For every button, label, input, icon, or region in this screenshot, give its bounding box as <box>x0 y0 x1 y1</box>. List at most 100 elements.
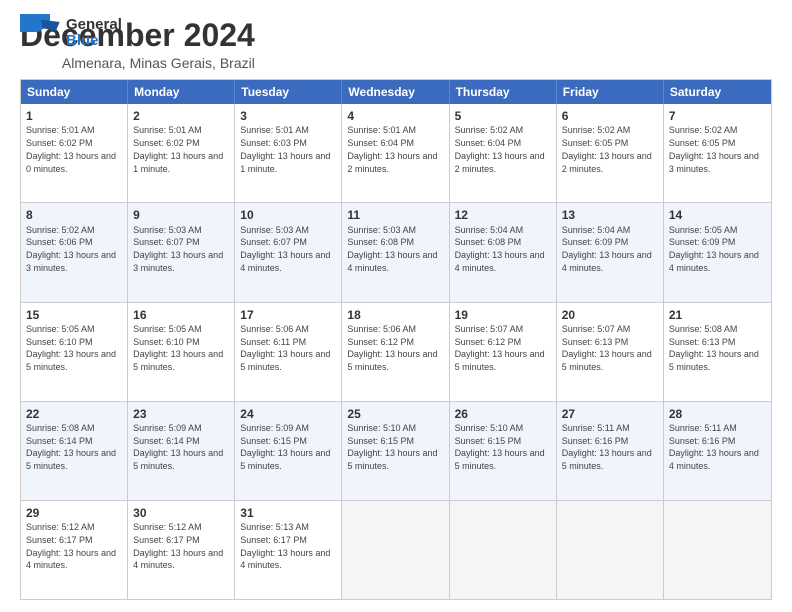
day-cell-3: 3Sunrise: 5:01 AMSunset: 6:03 PMDaylight… <box>235 104 342 202</box>
week-row-4: 22Sunrise: 5:08 AM Sunset: 6:14 PM Dayligh… <box>21 401 771 500</box>
daylight-info: Daylight: 13 hours and 5 minutes. <box>562 349 652 372</box>
day-number: 22 <box>26 406 122 422</box>
daylight-info: Daylight: 13 hours and 5 minutes. <box>133 448 223 471</box>
day-number: 30 <box>133 505 229 521</box>
day-number: 11 <box>347 207 443 223</box>
sunset-info: Sunset: 6:15 PM <box>240 436 307 446</box>
logo-blue: Blue <box>66 33 122 50</box>
sunset-info: Sunset: 6:07 PM <box>240 237 307 247</box>
sunset-info: Sunset: 6:13 PM <box>562 337 629 347</box>
week-row-3: 15Sunrise: 5:05 AMSunset: 6:10 PMDayligh… <box>21 302 771 401</box>
sunrise-info: Sunrise: 5:08 AM <box>26 423 95 433</box>
daylight-info: Daylight: 13 hours and 5 minutes. <box>26 349 116 372</box>
logo-area: General Blue <box>20 14 122 52</box>
sunrise-info: Sunrise: 5:02 AM <box>455 125 524 135</box>
day-cell-26: 26Sunrise: 5:10 AMSunset: 6:15 PMDayligh… <box>450 402 557 500</box>
sunrise-info: Sunrise: 5:01 AM <box>240 125 309 135</box>
sunrise-info: Sunrise: 5:03 AM <box>133 225 202 235</box>
logo-text-block: General Blue <box>66 17 122 50</box>
page: General Blue General Blue <box>0 0 792 612</box>
day-cell-17: 17Sunrise: 5:06 AMSunset: 6:11 PMDayligh… <box>235 303 342 401</box>
sunrise-info: Sunrise: 5:12 AM <box>26 522 95 532</box>
sunrise-info: Sunrise: 5:09 AM <box>240 423 309 433</box>
location: Almenara, Minas Gerais, Brazil <box>20 55 255 71</box>
header-saturday: Saturday <box>664 80 771 104</box>
daylight-info: Daylight: 13 hours and 4 minutes. <box>240 250 330 273</box>
sunset-info: Sunset: 6:05 PM <box>669 138 736 148</box>
sunset-info: Sunset: 6:14 PM <box>133 436 200 446</box>
day-number: 21 <box>669 307 766 323</box>
sunrise-info: Sunrise: 5:10 AM <box>455 423 524 433</box>
day-number: 12 <box>455 207 551 223</box>
day-cell-6: 6Sunrise: 5:02 AMSunset: 6:05 PMDaylight… <box>557 104 664 202</box>
daylight-info: Daylight: 13 hours and 5 minutes. <box>562 448 652 471</box>
day-number: 10 <box>240 207 336 223</box>
day-cell-4: 4Sunrise: 5:01 AMSunset: 6:04 PMDaylight… <box>342 104 449 202</box>
sunset-info: Sunset: 6:16 PM <box>669 436 736 446</box>
day-number: 1 <box>26 108 122 124</box>
daylight-info: Daylight: 13 hours and 5 minutes. <box>240 448 330 471</box>
day-cell-25: 25Sunrise: 5:10 AMSunset: 6:15 PMDayligh… <box>342 402 449 500</box>
sunset-info: Sunset: 6:13 PM <box>669 337 736 347</box>
daylight-info: Daylight: 13 hours and 5 minutes. <box>347 349 437 372</box>
sunset-info: Sunset: 6:14 PM <box>26 436 93 446</box>
sunrise-info: Sunrise: 5:05 AM <box>669 225 738 235</box>
sunset-info: Sunset: 6:12 PM <box>347 337 414 347</box>
day-number: 18 <box>347 307 443 323</box>
day-cell-30: 30Sunrise: 5:12 AMSunset: 6:17 PMDayligh… <box>128 501 235 599</box>
daylight-info: Daylight: 13 hours and 4 minutes. <box>562 250 652 273</box>
sunset-info: Sunset: 6:09 PM <box>669 237 736 247</box>
daylight-info: Daylight: 13 hours and 5 minutes. <box>455 349 545 372</box>
daylight-info: Daylight: 13 hours and 3 minutes. <box>133 250 223 273</box>
day-number: 7 <box>669 108 766 124</box>
sunrise-info: Sunrise: 5:02 AM <box>26 225 95 235</box>
empty-cell <box>557 501 664 599</box>
daylight-info: Daylight: 13 hours and 1 minute. <box>240 151 330 174</box>
daylight-info: Daylight: 13 hours and 5 minutes. <box>669 349 759 372</box>
day-cell-2: 2Sunrise: 5:01 AMSunset: 6:02 PMDaylight… <box>128 104 235 202</box>
day-number: 31 <box>240 505 336 521</box>
day-cell-18: 18Sunrise: 5:06 AMSunset: 6:12 PMDayligh… <box>342 303 449 401</box>
day-number: 2 <box>133 108 229 124</box>
logo-graphic <box>20 14 64 52</box>
daylight-info: Daylight: 13 hours and 4 minutes. <box>669 448 759 471</box>
day-cell-24: 24Sunrise: 5:09 AMSunset: 6:15 PMDayligh… <box>235 402 342 500</box>
day-number: 15 <box>26 307 122 323</box>
sunset-info: Sunset: 6:11 PM <box>240 337 306 347</box>
calendar-header: Sunday Monday Tuesday Wednesday Thursday… <box>21 80 771 104</box>
sunset-info: Sunset: 6:16 PM <box>562 436 629 446</box>
sunrise-info: Sunrise: 5:13 AM <box>240 522 309 532</box>
day-number: 14 <box>669 207 766 223</box>
sunset-info: Sunset: 6:09 PM <box>562 237 629 247</box>
day-number: 4 <box>347 108 443 124</box>
week-row-1: 1Sunrise: 5:01 AMSunset: 6:02 PMDaylight… <box>21 104 771 202</box>
daylight-info: Daylight: 13 hours and 0 minutes. <box>26 151 116 174</box>
logo-general: General <box>66 17 122 34</box>
sunset-info: Sunset: 6:08 PM <box>455 237 522 247</box>
week-row-5: 29Sunrise: 5:12 AMSunset: 6:17 PMDayligh… <box>21 500 771 599</box>
sunset-info: Sunset: 6:15 PM <box>347 436 414 446</box>
sunrise-info: Sunrise: 5:11 AM <box>562 423 630 433</box>
day-cell-27: 27Sunrise: 5:11 AMSunset: 6:16 PMDayligh… <box>557 402 664 500</box>
day-cell-29: 29Sunrise: 5:12 AMSunset: 6:17 PMDayligh… <box>21 501 128 599</box>
header-monday: Monday <box>128 80 235 104</box>
sunset-info: Sunset: 6:04 PM <box>455 138 522 148</box>
daylight-info: Daylight: 13 hours and 4 minutes. <box>455 250 545 273</box>
daylight-info: Daylight: 13 hours and 4 minutes. <box>669 250 759 273</box>
daylight-info: Daylight: 13 hours and 3 minutes. <box>26 250 116 273</box>
day-number: 5 <box>455 108 551 124</box>
day-cell-5: 5Sunrise: 5:02 AMSunset: 6:04 PMDaylight… <box>450 104 557 202</box>
sunrise-info: Sunrise: 5:07 AM <box>562 324 631 334</box>
empty-cell <box>342 501 449 599</box>
daylight-info: Daylight: 13 hours and 1 minute. <box>133 151 223 174</box>
sunrise-info: Sunrise: 5:06 AM <box>240 324 309 334</box>
header-thursday: Thursday <box>450 80 557 104</box>
daylight-info: Daylight: 13 hours and 5 minutes. <box>26 448 116 471</box>
day-number: 3 <box>240 108 336 124</box>
daylight-info: Daylight: 13 hours and 4 minutes. <box>133 548 223 571</box>
sunrise-info: Sunrise: 5:01 AM <box>133 125 202 135</box>
sunset-info: Sunset: 6:12 PM <box>455 337 522 347</box>
sunset-info: Sunset: 6:15 PM <box>455 436 522 446</box>
day-number: 28 <box>669 406 766 422</box>
header: General Blue General Blue <box>20 18 772 71</box>
